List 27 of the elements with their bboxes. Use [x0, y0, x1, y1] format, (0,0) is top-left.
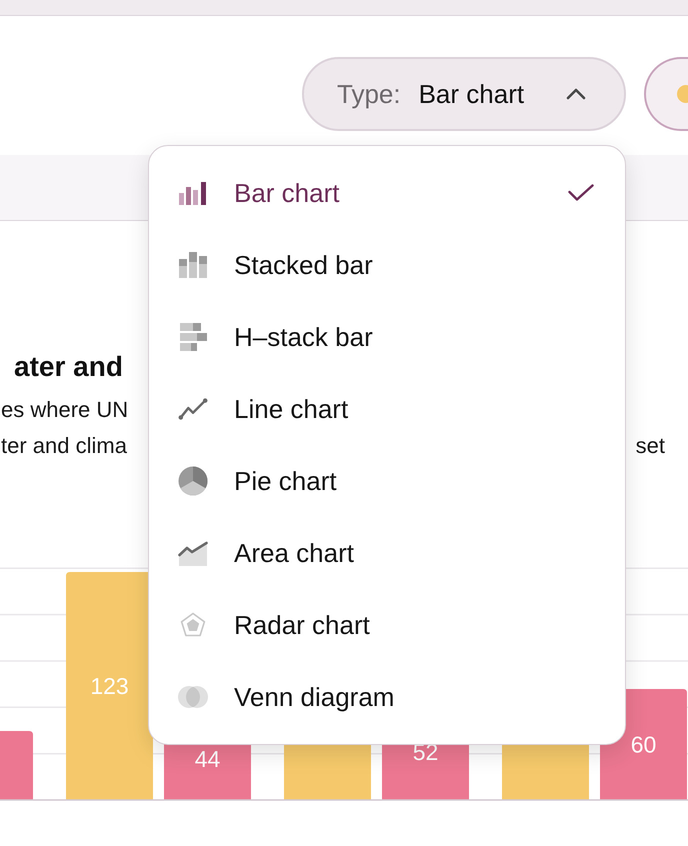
stacked-bar-icon [179, 252, 207, 278]
menu-item[interactable]: Venn diagram [149, 661, 625, 733]
line-chart-icon [178, 397, 208, 421]
pie-chart-icon [178, 466, 208, 496]
menu-item[interactable]: Area chart [149, 517, 625, 589]
area-chart-icon [178, 540, 208, 566]
venn-diagram-icon [178, 685, 208, 709]
section-heading: ater and [14, 351, 123, 382]
bar-value-label: 60 [630, 732, 656, 758]
menu-item[interactable]: Bar chart [149, 157, 625, 229]
menu-item[interactable]: H–stack bar [149, 301, 625, 373]
menu-item[interactable]: Pie chart [149, 445, 625, 517]
menu-item[interactable]: Stacked bar [149, 229, 625, 301]
horizontal-stacked-bar-icon [180, 323, 206, 351]
caret-icon [566, 88, 586, 100]
menu-item[interactable]: Radar chart [149, 589, 625, 661]
pentagon-icon [180, 612, 206, 638]
menu-item[interactable]: Line chart [149, 373, 625, 445]
bar-chart-icon [178, 181, 208, 205]
description-text: es where UN [1, 396, 128, 424]
legend-pill[interactable] [644, 57, 688, 131]
description-text: set [636, 432, 665, 460]
description-text: ter and clima [1, 432, 127, 460]
type-dropdown[interactable]: Type: Bar chart [302, 57, 626, 131]
bar-value-label: 44 [194, 746, 220, 772]
checkmark-icon [568, 184, 594, 202]
bar-value-label: 123 [90, 673, 129, 699]
